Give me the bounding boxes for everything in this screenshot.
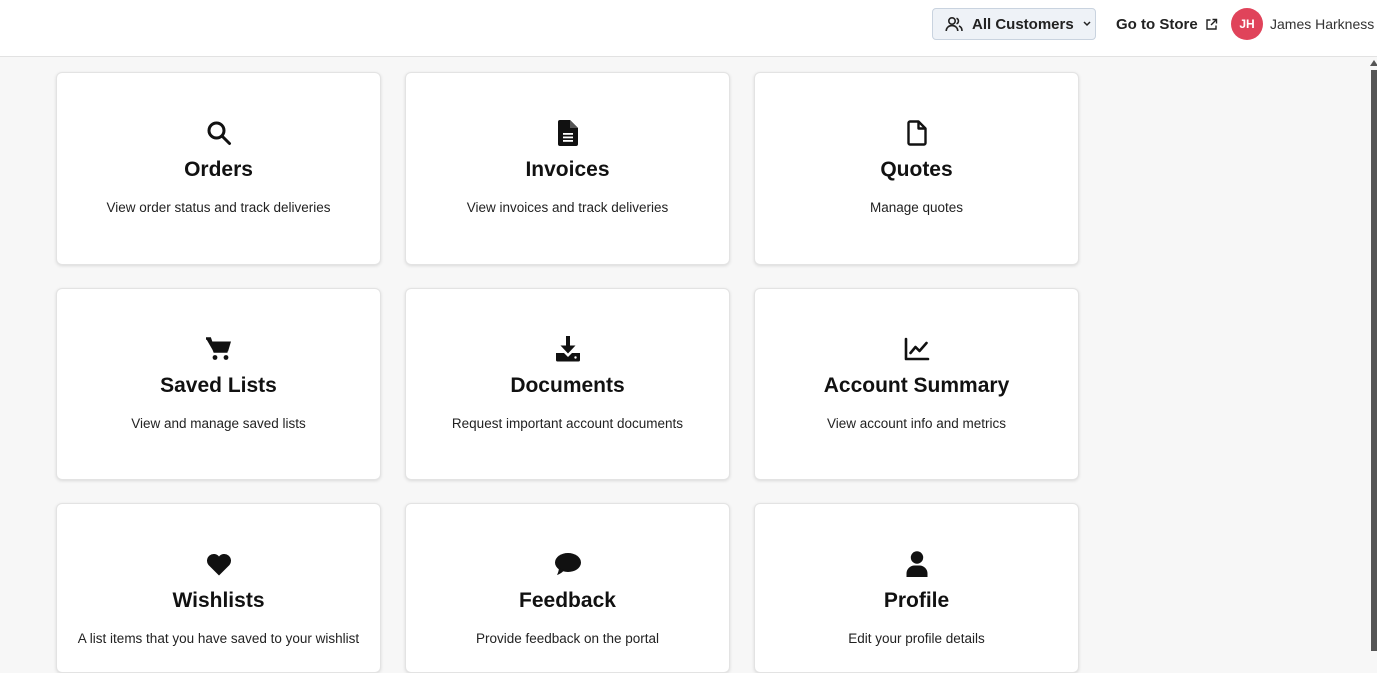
scrollbar-thumb[interactable] — [1371, 70, 1377, 651]
card-title: Feedback — [519, 589, 616, 612]
feedback-card[interactable]: Feedback Provide feedback on the portal — [405, 503, 730, 673]
chart-line-icon — [755, 335, 1078, 363]
orders-card[interactable]: Orders View order status and track deliv… — [56, 72, 381, 265]
card-description: View account info and metrics — [826, 416, 1007, 431]
file-icon — [755, 119, 1078, 147]
card-title: Account Summary — [823, 374, 1010, 397]
external-link-icon — [1205, 18, 1218, 31]
users-icon — [945, 16, 963, 32]
wishlists-card[interactable]: Wishlists A list items that you have sav… — [56, 503, 381, 673]
go-to-store-link[interactable]: Go to Store — [1116, 14, 1218, 34]
customer-selector-label: All Customers — [972, 15, 1074, 33]
card-description: View and manage saved lists — [131, 416, 306, 431]
customer-selector-button[interactable]: All Customers — [932, 8, 1096, 40]
card-title: Invoices — [525, 158, 610, 181]
card-description: View order status and track deliveries — [106, 200, 331, 215]
download-icon — [406, 335, 729, 363]
card-description: Manage quotes — [869, 200, 964, 215]
card-title: Profile — [883, 589, 950, 612]
saved-lists-card[interactable]: Saved Lists View and manage saved lists — [56, 288, 381, 480]
card-title: Quotes — [880, 158, 953, 181]
chevron-down-icon — [1082, 21, 1092, 27]
card-title: Orders — [184, 158, 253, 181]
profile-card[interactable]: Profile Edit your profile details — [754, 503, 1079, 673]
card-description: Edit your profile details — [848, 631, 985, 646]
quotes-card[interactable]: Quotes Manage quotes — [754, 72, 1079, 265]
card-description: A list items that you have saved to your… — [77, 631, 360, 646]
comment-icon — [406, 550, 729, 578]
card-title: Wishlists — [172, 589, 265, 612]
card-title: Documents — [510, 374, 625, 397]
card-description: Request important account documents — [451, 416, 684, 431]
top-bar: All Customers Go to Store JH James Harkn… — [0, 0, 1377, 57]
invoices-card[interactable]: Invoices View invoices and track deliver… — [405, 72, 730, 265]
scrollbar-up-arrow[interactable] — [1370, 60, 1377, 66]
user-name: James Harkness — [1270, 16, 1375, 32]
account-summary-card[interactable]: Account Summary View account info and me… — [754, 288, 1079, 480]
cart-icon — [57, 335, 380, 363]
user-icon — [755, 550, 1078, 578]
go-to-store-label: Go to Store — [1116, 15, 1198, 33]
user-menu[interactable]: JH James Harkness — [1231, 8, 1374, 40]
avatar: JH — [1231, 8, 1263, 40]
file-text-icon — [406, 119, 729, 147]
search-icon — [57, 119, 380, 147]
documents-card[interactable]: Documents Request important account docu… — [405, 288, 730, 480]
card-description: View invoices and track deliveries — [466, 200, 669, 215]
card-description: Provide feedback on the portal — [475, 631, 660, 646]
heart-icon — [57, 550, 380, 578]
card-title: Saved Lists — [160, 374, 277, 397]
